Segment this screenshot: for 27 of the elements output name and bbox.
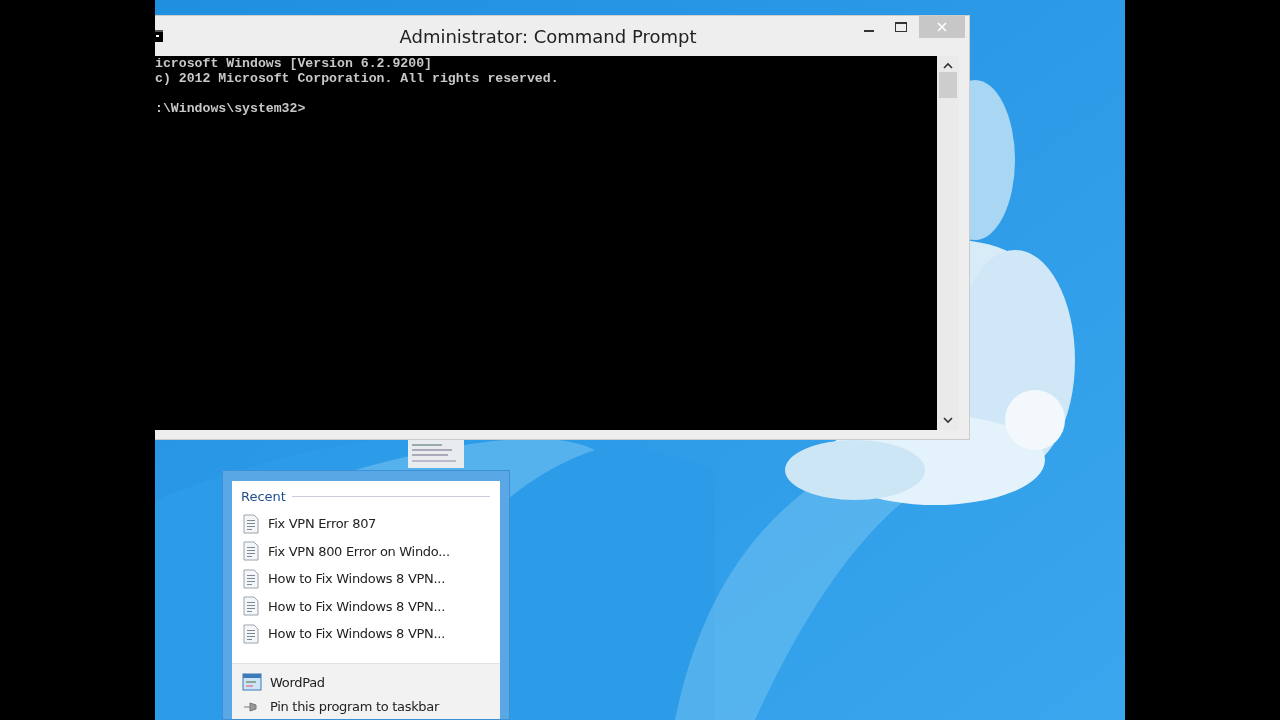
document-icon — [242, 513, 260, 534]
maximize-icon — [895, 22, 907, 32]
window-thumbnail[interactable] — [408, 440, 464, 468]
minimize-icon — [864, 29, 874, 32]
program-item[interactable]: WordPad — [270, 674, 325, 690]
close-icon — [937, 22, 947, 32]
recent-item[interactable]: Fix VPN 800 Error on Windo... — [268, 543, 450, 559]
recent-item[interactable]: How to Fix Windows 8 VPN... — [268, 598, 445, 614]
console-icon[interactable] — [155, 30, 163, 42]
recent-item[interactable]: How to Fix Windows 8 VPN... — [268, 571, 445, 587]
recent-item[interactable]: Fix VPN Error 807 — [268, 516, 377, 532]
scroll-down-icon[interactable] — [943, 416, 953, 424]
window-title: Administrator: Command Prompt — [398, 25, 698, 47]
pin-task[interactable]: Pin this program to taskbar — [270, 699, 440, 715]
document-icon — [242, 596, 260, 617]
wordpad-icon — [242, 673, 262, 692]
scroll-up-icon[interactable] — [943, 62, 953, 70]
console-line: c) 2012 Microsoft Corporation. All rights reserved. — [155, 71, 560, 86]
document-icon — [242, 623, 260, 644]
document-icon — [242, 541, 260, 562]
section-header: Recent — [241, 488, 286, 504]
scrollbar-thumb[interactable] — [939, 72, 957, 98]
console-line: :\Windows\system32> — [155, 101, 307, 116]
scrollbar[interactable] — [937, 56, 959, 430]
recent-item[interactable]: How to Fix Windows 8 VPN... — [268, 626, 445, 642]
document-icon — [242, 568, 260, 589]
console-line: icrosoft Windows [Version 6.2.9200] — [155, 56, 433, 71]
